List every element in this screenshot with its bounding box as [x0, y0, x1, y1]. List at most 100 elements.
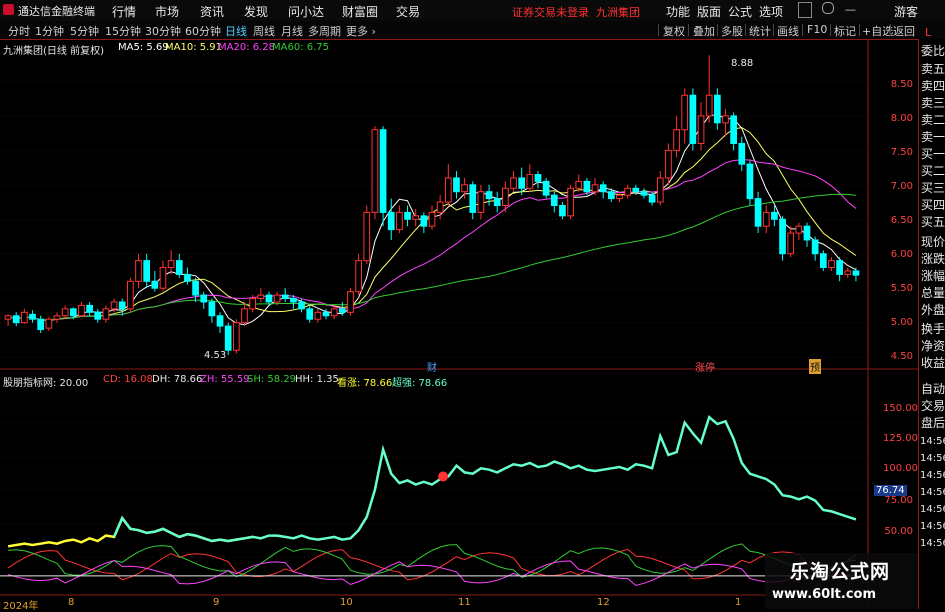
candle-down — [208, 301, 216, 317]
candle-down — [12, 315, 20, 324]
side-item[interactable]: 自动 — [921, 382, 945, 397]
mark-button[interactable]: 标记 — [834, 23, 856, 39]
candle-up — [567, 187, 574, 217]
candle-up — [135, 260, 142, 282]
user-icon[interactable] — [822, 2, 834, 14]
candle-up — [314, 311, 322, 320]
candle-up — [444, 177, 452, 203]
menu-item-ask[interactable]: 问小达 — [288, 3, 324, 20]
side-top-label[interactable]: L — [925, 25, 931, 40]
candle-down — [485, 191, 493, 200]
window-icon[interactable] — [798, 2, 812, 18]
candle-up — [624, 187, 632, 196]
stats-button[interactable]: 统计 — [749, 23, 771, 39]
app-title: 通达信金融终端 — [18, 5, 95, 18]
forecast-marker[interactable]: 预 — [809, 359, 821, 374]
candle-down — [493, 198, 501, 206]
candle-up — [705, 94, 713, 117]
user-label[interactable]: 游客 — [894, 3, 918, 20]
tab-15min[interactable]: 15分钟 — [105, 23, 141, 39]
candle-up — [396, 211, 403, 231]
tab-weekly[interactable]: 周线 — [253, 23, 275, 39]
menu-item-options[interactable]: 选项 — [759, 3, 783, 20]
ind-tick: 150.00 — [883, 403, 918, 414]
ind-tick: 125.00 — [883, 433, 918, 444]
candle-down — [37, 318, 45, 331]
menu-item-formula[interactable]: 公式 — [728, 3, 752, 20]
candle-down — [746, 163, 754, 200]
tab-more[interactable]: 更多 › — [346, 23, 376, 39]
candle-up — [656, 177, 664, 203]
kline-chart[interactable] — [0, 39, 918, 609]
candle-down — [803, 225, 811, 241]
price-tick: 7.00 — [890, 181, 913, 192]
adjust-button[interactable]: 复权 — [663, 23, 685, 39]
tab-multi-period[interactable]: 多周期 — [308, 23, 341, 39]
candle-up — [461, 184, 468, 193]
candle-down — [648, 194, 656, 203]
menu-item-wealth[interactable]: 财富圈 — [342, 3, 378, 20]
candle-down — [338, 308, 346, 313]
high-label: 8.88 — [731, 58, 754, 69]
x-label: 1 — [735, 597, 742, 608]
menu-item-quotes[interactable]: 行情 — [112, 3, 136, 20]
limit-up-marker[interactable]: 涨停 — [695, 359, 715, 374]
x-label: 12 — [597, 597, 610, 608]
add-watchlist-button[interactable]: +自选 — [862, 23, 893, 39]
side-item: 现价 — [921, 235, 945, 249]
tab-30min[interactable]: 30分钟 — [145, 23, 181, 39]
minimize-icon[interactable]: — — [845, 3, 856, 16]
menu-item-market[interactable]: 市场 — [155, 3, 179, 20]
side-item: 总量 — [921, 286, 945, 300]
overlay-button[interactable]: 叠加 — [693, 23, 715, 39]
candle-up — [347, 291, 354, 313]
candle-down — [689, 94, 697, 144]
finance-marker[interactable]: 财 — [427, 359, 437, 374]
candles — [4, 55, 860, 356]
candle-down — [738, 142, 746, 165]
ind-tick: 75.00 — [884, 495, 913, 506]
side-item[interactable]: 交易 — [921, 399, 945, 414]
menu-item-layout[interactable]: 版面 — [697, 3, 721, 20]
tab-5min[interactable]: 5分钟 — [70, 23, 99, 39]
candle-up — [78, 304, 85, 317]
candle-up — [4, 315, 12, 320]
candle-down — [322, 311, 330, 317]
x-label: 11 — [458, 597, 471, 608]
tab-daily[interactable]: 日线 — [225, 23, 247, 39]
side-item[interactable]: 盘后 — [921, 416, 945, 431]
back-button[interactable]: 返回 — [893, 23, 915, 39]
tab-monthly[interactable]: 月线 — [281, 23, 303, 39]
f10-button[interactable]: F10 — [807, 23, 827, 36]
candle-down — [836, 260, 843, 275]
candle-down — [265, 294, 273, 303]
tab-timeshare[interactable]: 分时 — [8, 23, 30, 39]
multi-stock-button[interactable]: 多股 — [721, 23, 743, 39]
side-time: 14:56 — [920, 521, 945, 532]
candle-down — [184, 273, 191, 282]
side-item: 涨幅 — [921, 269, 945, 283]
candle-down — [819, 253, 827, 269]
side-item: 买三 — [921, 181, 945, 195]
candle-up — [363, 211, 371, 262]
candle-down — [192, 280, 199, 296]
candle-up — [110, 301, 118, 310]
candle-down — [298, 301, 305, 310]
indicator-lines — [0, 415, 868, 586]
menu-item-discover[interactable]: 发现 — [244, 3, 268, 20]
menu-item-news[interactable]: 资讯 — [200, 3, 224, 20]
candle-up — [436, 201, 444, 213]
dh-label: DH: 78.66 — [152, 374, 203, 385]
tab-1min[interactable]: 1分钟 — [35, 23, 64, 39]
menu-item-function[interactable]: 功能 — [666, 3, 690, 20]
x-label: 2024年 — [3, 601, 39, 612]
draw-line-button[interactable]: 画线 — [777, 23, 799, 39]
sh-label: SH: 58.29 — [247, 374, 297, 385]
candle-up — [428, 211, 436, 227]
candle-down — [811, 239, 819, 255]
trade-login-status[interactable]: 证券交易未登录 九洲集团 — [512, 4, 640, 20]
menu-item-trade[interactable]: 交易 — [396, 3, 420, 20]
side-item: 买一 — [921, 147, 945, 161]
price-tick: 8.00 — [890, 113, 913, 124]
tab-60min[interactable]: 60分钟 — [185, 23, 221, 39]
